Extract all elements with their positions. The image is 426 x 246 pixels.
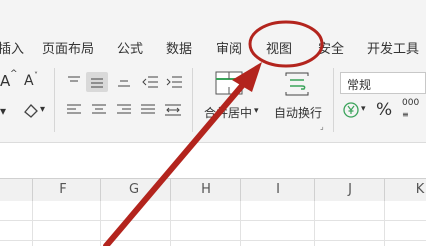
annotation-arrow-head bbox=[232, 62, 262, 92]
annotation-arrow-shaft bbox=[103, 71, 255, 246]
annotation-circle bbox=[248, 20, 324, 68]
annotation-overlay bbox=[103, 20, 324, 246]
